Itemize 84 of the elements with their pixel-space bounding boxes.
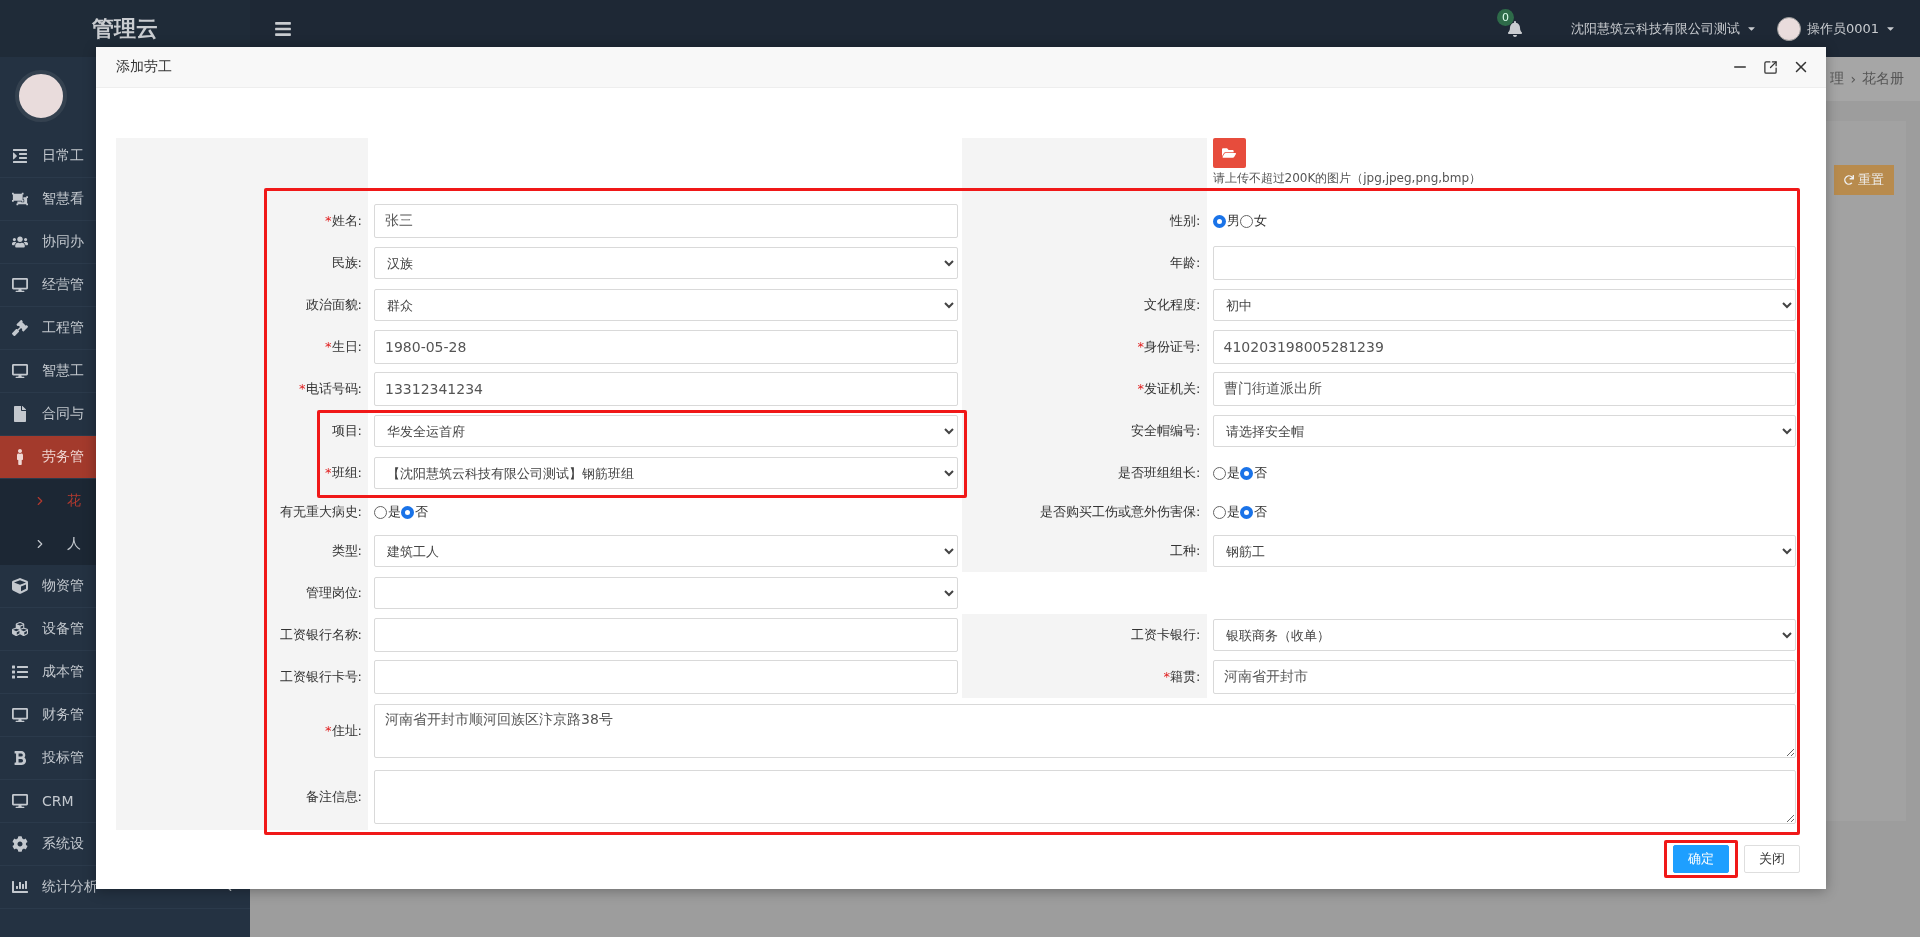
select-field[interactable]: 华发全运首府 — [374, 415, 958, 447]
select-field[interactable]: 初中 — [1212, 289, 1796, 321]
select-field[interactable]: 汉族 — [374, 247, 958, 279]
field-label: 管理岗位: — [305, 584, 362, 602]
field-label: 年龄: — [1170, 254, 1201, 272]
bar-chart-icon — [12, 879, 28, 895]
field-label: 政治面貌: — [305, 296, 362, 314]
monitor-icon — [12, 277, 28, 293]
select-field[interactable] — [374, 577, 958, 609]
radio-option[interactable]: 是 — [1212, 464, 1240, 482]
indent-icon — [12, 148, 28, 164]
field-label: *班组: — [325, 464, 362, 482]
radio-option[interactable]: 否 — [401, 503, 428, 521]
input-field[interactable]: 河南省开封市 — [1212, 660, 1796, 694]
bell-icon[interactable] — [1506, 20, 1523, 37]
company-dropdown[interactable]: 沈阳慧筑云科技有限公司测试 — [1570, 19, 1757, 38]
field-label: 安全帽编号: — [1131, 422, 1201, 440]
monitor-icon — [12, 793, 28, 809]
field-label: 是否购买工伤或意外伤害保: — [1040, 503, 1201, 521]
cube-icon — [12, 578, 28, 594]
field-label: *身份证号: — [1137, 338, 1201, 356]
upload-hint: 请上传不超过200K的图片（jpg,jpeg,png,bmp） — [1212, 170, 1481, 187]
text-area[interactable]: 河南省开封市顺河回族区汴京路38号 — [374, 704, 1796, 758]
breadcrumb-separator: › — [1850, 71, 1856, 87]
field-label: 类型: — [331, 542, 362, 560]
field-label: 民族: — [331, 254, 362, 272]
field-label: 性别: — [1170, 212, 1201, 230]
menu-icon[interactable] — [274, 19, 292, 38]
refresh-icon — [1844, 175, 1854, 185]
cubes-icon — [12, 621, 28, 637]
frame-icon — [12, 191, 28, 207]
input-field[interactable] — [374, 660, 958, 694]
field-label: *生日: — [325, 338, 362, 356]
radio-option[interactable]: 是 — [1212, 503, 1240, 521]
field-label: *姓名: — [325, 212, 362, 230]
field-label: *住址: — [325, 722, 362, 740]
folder-button[interactable] — [1212, 138, 1246, 168]
field-label: *电话号码: — [299, 380, 362, 398]
list-icon — [12, 664, 28, 680]
field-label: 项目: — [331, 422, 362, 440]
close-button[interactable]: 关闭 — [1744, 845, 1800, 873]
input-field[interactable]: 曹门街道派出所 — [1212, 372, 1796, 406]
folder-icon — [1222, 146, 1236, 160]
select-field[interactable]: 群众 — [374, 289, 958, 321]
field-label: 是否班组组长: — [1118, 464, 1201, 482]
radio-option[interactable]: 是 — [374, 503, 401, 521]
select-field[interactable]: 银联商务（收单） — [1212, 619, 1796, 651]
input-field[interactable] — [374, 618, 958, 652]
field-label: *籍贯: — [1163, 668, 1201, 686]
field-label: *发证机关: — [1137, 380, 1201, 398]
field-label: 工资银行名称: — [279, 626, 362, 644]
field-label: 有无重大病史: — [279, 503, 362, 521]
file-icon — [12, 406, 28, 422]
monitor-icon — [12, 707, 28, 723]
radio-option[interactable]: 女 — [1239, 212, 1267, 230]
input-field[interactable] — [1212, 246, 1796, 280]
field-label: 工种: — [1170, 542, 1201, 560]
input-field[interactable]: 张三 — [374, 204, 958, 238]
select-field[interactable]: 【沈阳慧筑云科技有限公司测试】钢筋班组 — [374, 457, 958, 489]
avatar — [15, 70, 67, 122]
submenu-item[interactable]: 人 — [0, 522, 250, 565]
dialog-title: 添加劳工 — [116, 58, 172, 76]
radio-option[interactable]: 否 — [1239, 503, 1267, 521]
input-field[interactable]: 1980-05-28 — [374, 330, 958, 364]
field-label: 备注信息: — [305, 788, 362, 806]
users-icon — [12, 234, 28, 250]
input-field[interactable]: 13312341234 — [374, 372, 958, 406]
user-menu[interactable]: 操作员0001 — [1776, 16, 1896, 41]
select-field[interactable]: 请选择安全帽 — [1212, 415, 1796, 447]
input-field[interactable]: 410203198005281239 — [1212, 330, 1796, 364]
radio-option[interactable]: 男 — [1212, 212, 1240, 230]
field-label: 文化程度: — [1144, 296, 1201, 314]
select-field[interactable]: 建筑工人 — [374, 535, 958, 567]
radio-option[interactable]: 否 — [1239, 464, 1267, 482]
bold-letter-icon — [12, 750, 28, 766]
gavel-icon — [12, 320, 28, 336]
select-field[interactable]: 钢筋工 — [1212, 535, 1796, 567]
monitor-icon — [12, 363, 28, 379]
field-label: 工资卡银行: — [1131, 626, 1201, 644]
avatar — [1776, 16, 1801, 41]
maximize-icon[interactable] — [1763, 59, 1778, 75]
notification-badge: 0 — [1496, 8, 1514, 26]
settings-icon — [12, 836, 28, 852]
field-label: 工资银行卡号: — [279, 668, 362, 686]
